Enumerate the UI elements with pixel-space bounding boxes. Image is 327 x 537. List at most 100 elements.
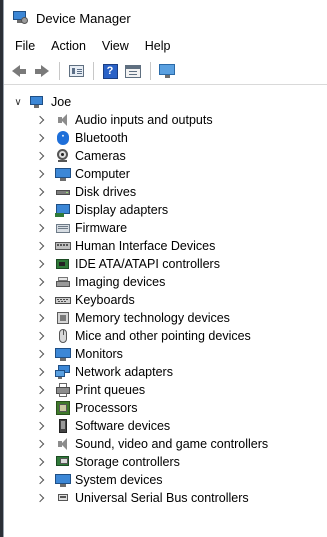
software-device-icon (55, 419, 71, 433)
chevron-right-icon[interactable] (36, 170, 44, 178)
tree-node-label: Keyboards (75, 293, 135, 307)
chevron-right-icon[interactable] (36, 368, 44, 376)
chevron-right-icon[interactable] (36, 476, 44, 484)
tree-node-processors[interactable]: Processors (4, 399, 327, 417)
tree-node-label: Network adapters (75, 365, 173, 379)
tree-node-label: Bluetooth (75, 131, 128, 145)
tree-node-sound-video-game[interactable]: Sound, video and game controllers (4, 435, 327, 453)
tree-node-cameras[interactable]: Cameras (4, 147, 327, 165)
display-adapter-icon (55, 203, 71, 217)
tree-node-label: Firmware (75, 221, 128, 235)
tree-node-network-adapters[interactable]: Network adapters (4, 363, 327, 381)
imaging-icon (55, 275, 71, 289)
tree-node-label: Human Interface Devices (75, 239, 216, 253)
storage-icon (55, 455, 71, 469)
keyboard-icon (55, 293, 71, 307)
sound-icon (55, 437, 71, 451)
help-button[interactable]: ? (99, 61, 121, 81)
tree-node-imaging-devices[interactable]: Imaging devices (4, 273, 327, 291)
tree-node-label: Print queues (75, 383, 146, 397)
title-bar[interactable]: Device Manager (4, 0, 327, 36)
menu-help[interactable]: Help (144, 38, 172, 54)
disk-drive-icon (55, 185, 71, 199)
tree-node-bluetooth[interactable]: ᛫ Bluetooth (4, 129, 327, 147)
scan-hardware-button[interactable] (156, 61, 178, 81)
firmware-icon (55, 221, 71, 235)
tree-node-disk-drives[interactable]: Disk drives (4, 183, 327, 201)
tree-root[interactable]: ∨ Joe (4, 93, 327, 111)
tree-node-label: Storage controllers (75, 455, 180, 469)
chevron-right-icon[interactable] (36, 260, 44, 268)
chevron-right-icon[interactable] (36, 404, 44, 412)
tree-node-label: Sound, video and game controllers (75, 437, 269, 451)
tree-node-monitors[interactable]: Monitors (4, 345, 327, 363)
tree-node-label: Mice and other pointing devices (75, 329, 251, 343)
chevron-right-icon[interactable] (36, 314, 44, 322)
tree-node-label: IDE ATA/ATAPI controllers (75, 257, 220, 271)
chevron-right-icon[interactable] (36, 152, 44, 160)
chevron-right-icon[interactable] (36, 332, 44, 340)
tree-node-display-adapters[interactable]: Display adapters (4, 201, 327, 219)
tree-node-ide-controllers[interactable]: IDE ATA/ATAPI controllers (4, 255, 327, 273)
tree-node-label: Memory technology devices (75, 311, 230, 325)
tree-node-storage-controllers[interactable]: Storage controllers (4, 453, 327, 471)
device-manager-window: Device Manager File Action View Help ? ∨… (3, 0, 327, 537)
scan-hardware-icon (158, 63, 176, 79)
tree-node-system-devices[interactable]: System devices (4, 471, 327, 489)
tree-node-software-devices[interactable]: Software devices (4, 417, 327, 435)
chevron-right-icon[interactable] (36, 278, 44, 286)
chevron-down-icon[interactable]: ∨ (12, 97, 24, 108)
chevron-right-icon[interactable] (36, 116, 44, 124)
tree-node-label: Imaging devices (75, 275, 166, 289)
menu-view[interactable]: View (101, 38, 130, 54)
chevron-right-icon[interactable] (36, 350, 44, 358)
chevron-right-icon[interactable] (36, 224, 44, 232)
tree-node-keyboards[interactable]: Keyboards (4, 291, 327, 309)
back-button[interactable] (8, 61, 30, 81)
tree-node-audio-inputs[interactable]: Audio inputs and outputs (4, 111, 327, 129)
tree-node-memory-technology[interactable]: Memory technology devices (4, 309, 327, 327)
tree-node-label: System devices (75, 473, 163, 487)
hid-icon (55, 239, 71, 253)
chevron-right-icon[interactable] (36, 440, 44, 448)
ide-controller-icon (55, 257, 71, 271)
chevron-right-icon[interactable] (36, 242, 44, 250)
tree-node-print-queues[interactable]: Print queues (4, 381, 327, 399)
chevron-right-icon[interactable] (36, 134, 44, 142)
toolbar-divider (59, 62, 60, 80)
tree-node-label: Universal Serial Bus controllers (75, 491, 249, 505)
back-arrow-icon (12, 65, 26, 77)
chevron-right-icon[interactable] (36, 206, 44, 214)
tree-node-usb-controllers[interactable]: Universal Serial Bus controllers (4, 489, 327, 507)
chevron-right-icon[interactable] (36, 188, 44, 196)
menu-file[interactable]: File (14, 38, 36, 54)
properties-button[interactable] (65, 61, 87, 81)
network-icon (55, 365, 71, 379)
chevron-right-icon[interactable] (36, 386, 44, 394)
tree-node-human-interface[interactable]: Human Interface Devices (4, 237, 327, 255)
forward-arrow-icon (35, 65, 49, 77)
tree-node-computer[interactable]: Computer (4, 165, 327, 183)
speaker-icon (55, 113, 71, 127)
tree-node-firmware[interactable]: Firmware (4, 219, 327, 237)
processor-icon (55, 401, 71, 415)
monitor-icon (55, 347, 71, 361)
chevron-right-icon[interactable] (36, 422, 44, 430)
menu-bar: File Action View Help (4, 36, 327, 56)
tree-node-label: Processors (75, 401, 138, 415)
chevron-right-icon[interactable] (36, 494, 44, 502)
toolbar-divider (93, 62, 94, 80)
system-device-icon (55, 473, 71, 487)
forward-button[interactable] (31, 61, 53, 81)
tree-root-label: Joe (51, 95, 72, 109)
tree-node-label: Audio inputs and outputs (75, 113, 213, 127)
view-button[interactable] (122, 61, 144, 81)
menu-action[interactable]: Action (50, 38, 87, 54)
tree-node-label: Disk drives (75, 185, 137, 199)
tree-node-label: Display adapters (75, 203, 169, 217)
camera-icon (55, 149, 71, 163)
device-tree: ∨ Joe Audio inputs and outputs ᛫ Bluetoo… (4, 85, 327, 507)
chevron-right-icon[interactable] (36, 458, 44, 466)
chevron-right-icon[interactable] (36, 296, 44, 304)
tree-node-mice[interactable]: Mice and other pointing devices (4, 327, 327, 345)
